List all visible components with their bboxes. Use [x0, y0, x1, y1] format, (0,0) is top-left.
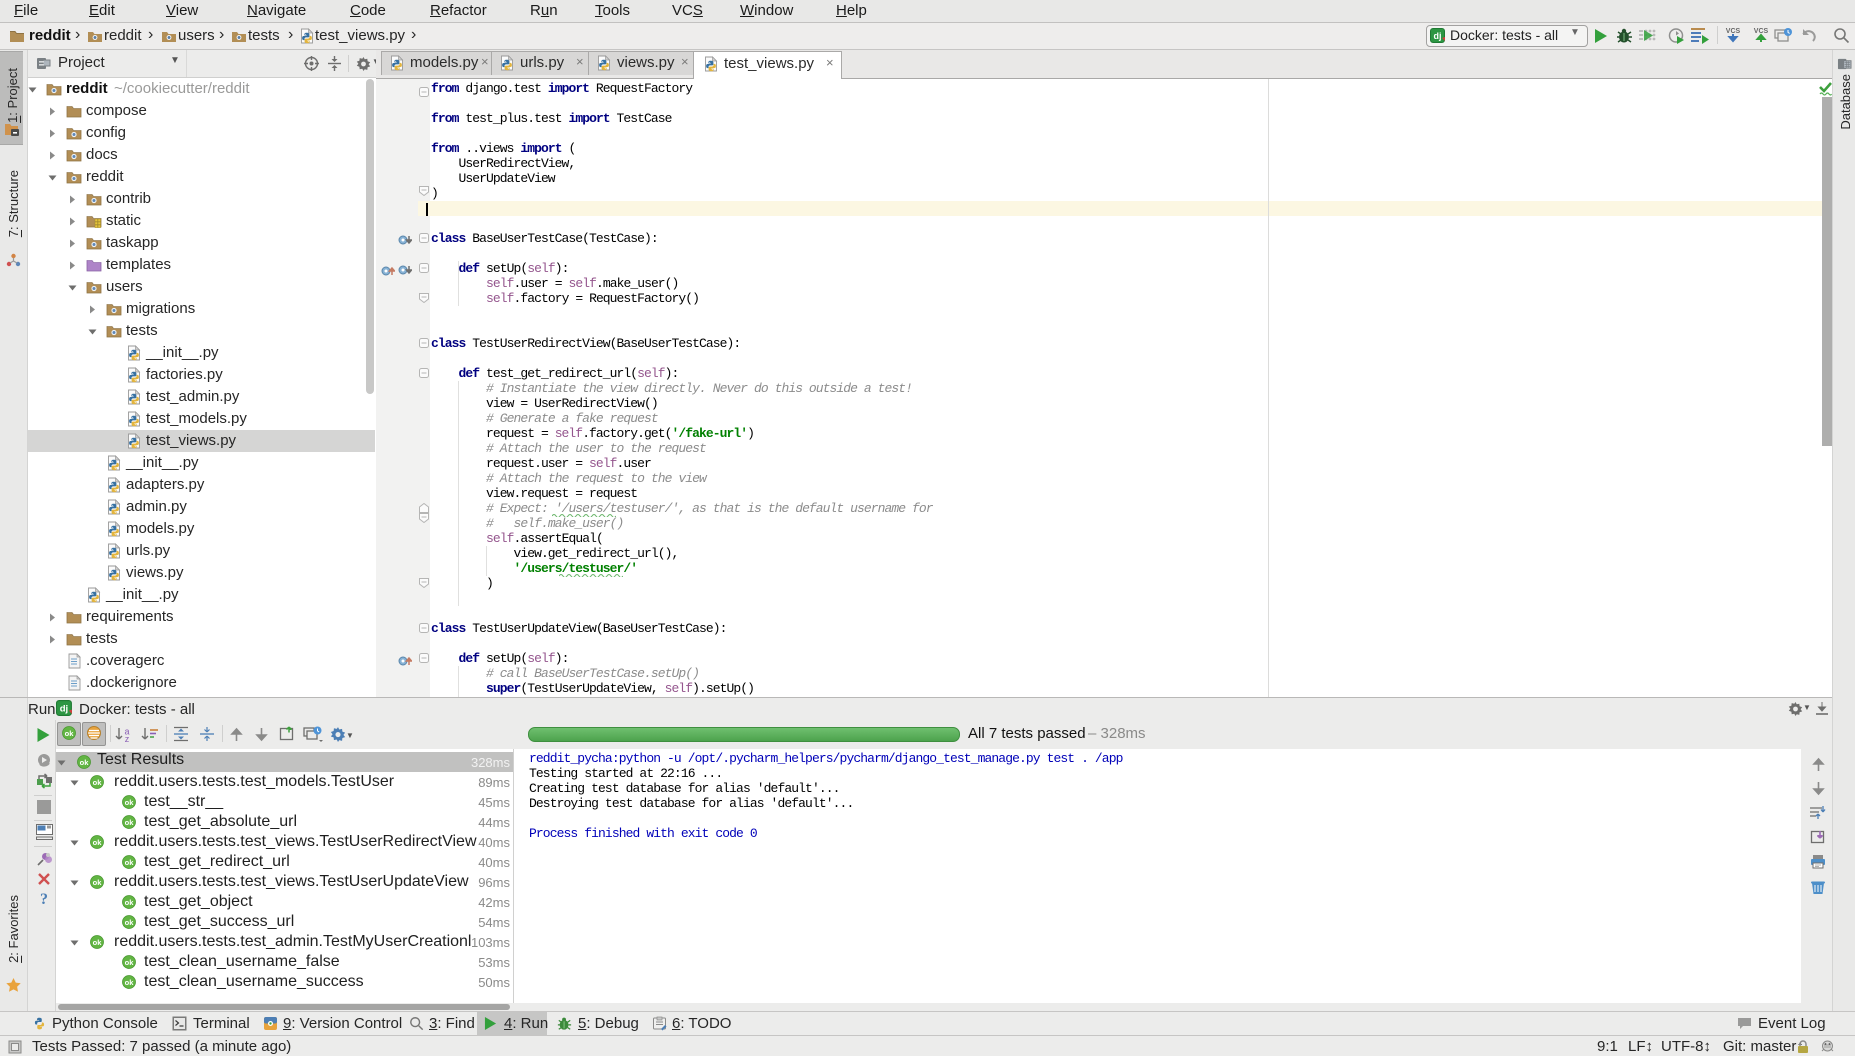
svg-text:VCS: VCS	[1726, 28, 1741, 35]
svg-text:?: ?	[40, 891, 48, 906]
svg-text:dj: dj	[60, 704, 68, 715]
svg-text:dj: dj	[1434, 31, 1442, 41]
svg-text:z: z	[125, 734, 130, 742]
